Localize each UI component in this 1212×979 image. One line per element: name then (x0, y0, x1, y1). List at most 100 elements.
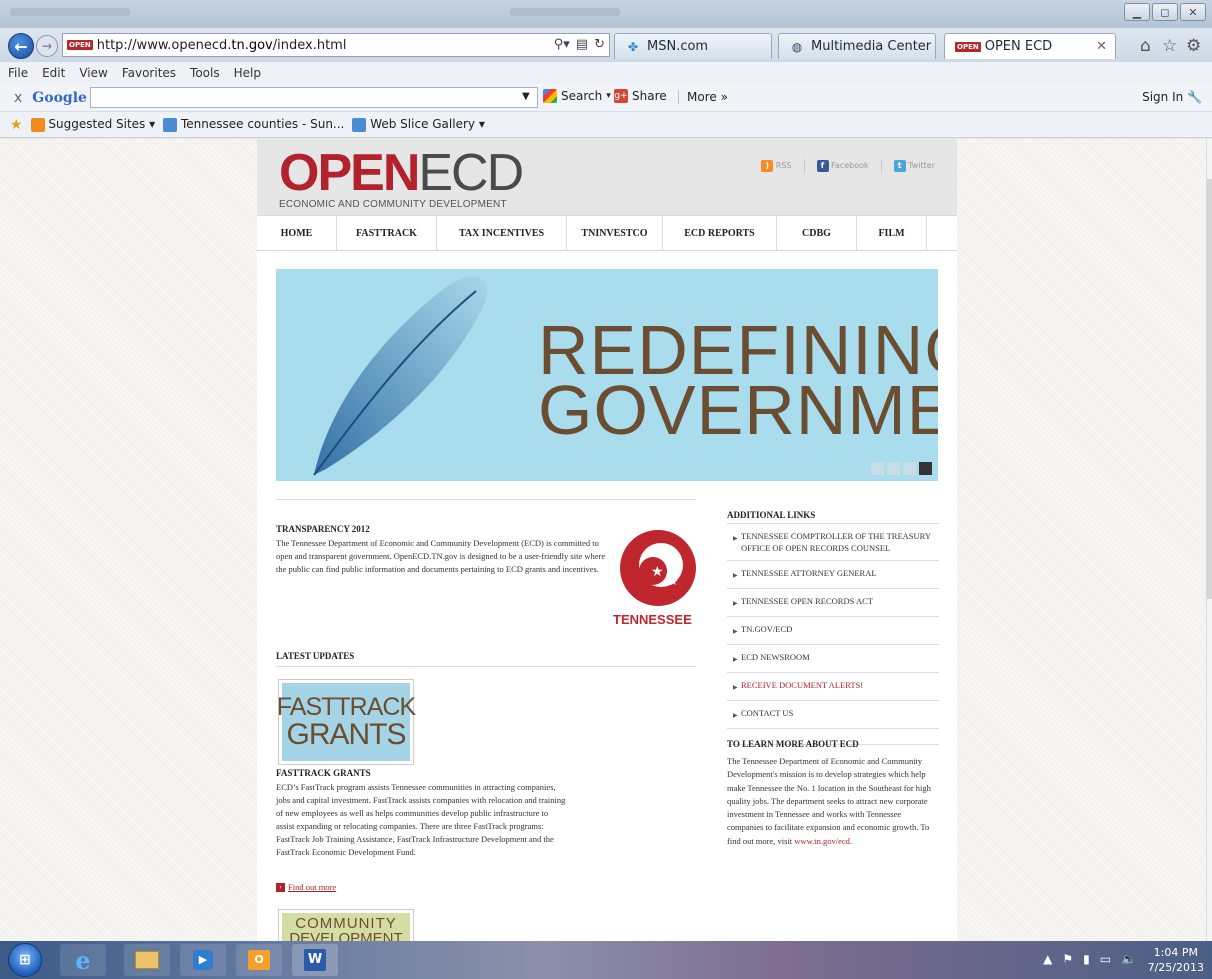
menu-favorites[interactable]: Favorites (122, 66, 176, 80)
tennessee-seal-logo: ★ ★ (620, 530, 696, 606)
word-taskbar-button[interactable]: W (292, 944, 338, 976)
url-text[interactable]: http://www.openecd.tn.gov/index.html (97, 38, 347, 53)
page-scrollbar[interactable] (1206, 139, 1212, 941)
nav-cdbg[interactable]: CDBG (777, 216, 857, 250)
internet-explorer-taskbar-button[interactable]: e (60, 944, 106, 976)
link-label: TN.GOV/ECD (741, 624, 793, 634)
thumbnail-image: COMMUNITY DEVELOPMENT (282, 913, 410, 941)
feather-icon (313, 276, 488, 476)
link-comptroller[interactable]: ▶ TENNESSEE COMPTROLLER OF THE TREASURY O… (727, 524, 939, 561)
search-icon[interactable]: ⚲▾ (554, 37, 570, 52)
twitter-link[interactable]: t Twitter (893, 160, 935, 172)
outlook-icon: O (248, 950, 270, 970)
windows-taskbar: ⊞ e ▶ O W ▲ ⚑ ▮ ▭ 🔈 1:04 PM 7/25/2013 (0, 941, 1212, 979)
nav-tax-incentives[interactable]: TAX INCENTIVES (437, 216, 567, 250)
transparency-title: TRANSPARENCY 2012 (276, 524, 370, 534)
learn-more-title: TO LEARN MORE ABOUT ECD (727, 739, 859, 749)
link-contact-us[interactable]: ▶ CONTACT US (727, 701, 939, 729)
slide-dot-active[interactable] (919, 462, 932, 475)
fasttrack-grants-thumbnail[interactable]: FASTTRACK GRANTS (277, 679, 416, 765)
forward-button[interactable]: → (36, 35, 58, 57)
show-hidden-icons-icon[interactable]: ▲ (1043, 952, 1052, 966)
link-attorney-general[interactable]: ▶ TENNESSEE ATTORNEY GENERAL (727, 561, 939, 589)
latest-updates-title: LATEST UPDATES (276, 651, 355, 661)
volume-icon[interactable]: 🔈 (1121, 952, 1136, 966)
favorite-item-tennessee-counties[interactable]: Tennessee counties - Sun... (163, 117, 344, 132)
slide-dot[interactable] (903, 462, 916, 475)
network-icon[interactable]: ▭ (1100, 952, 1111, 966)
close-toolbar-icon[interactable]: x (14, 90, 22, 106)
gear-icon[interactable]: ⚙ (1186, 36, 1201, 56)
action-center-flag-icon[interactable]: ⚑ (1062, 952, 1073, 966)
hero-banner[interactable]: REDEFINING GOVERNMENT (276, 269, 938, 481)
tab-label: OPEN ECD (984, 39, 1053, 54)
system-clock[interactable]: 1:04 PM 7/25/2013 (1148, 945, 1204, 975)
openecd-favicon: OPEN (955, 41, 981, 52)
link-label: RECEIVE DOCUMENT ALERTS! (741, 680, 864, 690)
msn-icon: ✤ (627, 39, 639, 54)
nav-fasttrack[interactable]: FASTTRACK (337, 216, 437, 250)
tab-open-ecd[interactable]: OPEN OPEN ECD ✕ (944, 33, 1116, 59)
menu-tools[interactable]: Tools (190, 66, 220, 80)
address-bar[interactable]: OPEN http://www.openecd.tn.gov/index.htm… (62, 33, 610, 57)
compatibility-icon[interactable]: ▤ (576, 37, 588, 52)
home-icon[interactable]: ⌂ (1140, 36, 1151, 56)
windows-start-button[interactable]: ⊞ (8, 943, 42, 977)
favorites-star-icon[interactable]: ★ (10, 117, 23, 133)
google-signin-button[interactable]: Sign In 🔧 (1142, 90, 1202, 104)
bullet-arrow-icon: ▶ (733, 536, 738, 542)
minimize-button[interactable]: ▁ (1124, 3, 1150, 21)
slide-dot[interactable] (887, 462, 900, 475)
back-button[interactable]: ← (8, 33, 34, 59)
system-tray: ▲ ⚑ ▮ ▭ 🔈 (1043, 952, 1136, 966)
learn-more-body: The Tennessee Department of Economic and… (727, 755, 939, 848)
ie-page-icon (352, 117, 367, 132)
update-title: FASTTRACK GRANTS (276, 768, 371, 778)
menu-edit[interactable]: Edit (42, 66, 65, 80)
link-document-alerts[interactable]: ▶ RECEIVE DOCUMENT ALERTS! (727, 673, 939, 701)
close-tab-icon[interactable]: ✕ (1096, 39, 1107, 54)
favorite-item-suggested-sites[interactable]: Suggested Sites ▾ (30, 117, 155, 132)
close-window-button[interactable]: ✕ (1180, 3, 1206, 21)
scrollbar-thumb[interactable] (1206, 179, 1212, 599)
facebook-link[interactable]: f Facebook (816, 160, 869, 172)
tab-msn[interactable]: ✤ MSN.com (614, 33, 772, 59)
google-share-button[interactable]: g+ Share (614, 89, 667, 103)
menu-bar: File Edit View Favorites Tools Help (0, 62, 1212, 84)
chevron-down-icon[interactable]: ▼ (522, 91, 530, 102)
tn-gov-ecd-link[interactable]: www.tn.gov/ecd. (794, 836, 852, 846)
favorite-item-web-slice-gallery[interactable]: Web Slice Gallery ▾ (352, 117, 485, 132)
nav-tninvestco[interactable]: TNINVESTCO (567, 216, 663, 250)
power-icon[interactable]: ▮ (1083, 952, 1090, 966)
rss-link[interactable]: ) RSS (761, 160, 792, 172)
community-development-thumbnail[interactable]: COMMUNITY DEVELOPMENT (278, 909, 414, 941)
google-search-input[interactable] (90, 87, 538, 108)
nav-film[interactable]: FILM (857, 216, 927, 250)
menu-view[interactable]: View (79, 66, 107, 80)
arrow-right-icon: › (276, 882, 285, 892)
google-search-button[interactable]: Search ▾ (543, 89, 611, 103)
site-logo[interactable]: OPENECD (279, 147, 524, 199)
google-more-button[interactable]: More » (678, 90, 728, 104)
menu-help[interactable]: Help (234, 66, 261, 80)
tab-multimedia-center[interactable]: ◍ Multimedia Center (778, 33, 936, 59)
maximize-button[interactable]: ◻ (1152, 3, 1178, 21)
rss-label: RSS (775, 161, 792, 170)
nav-ecd-reports[interactable]: ECD REPORTS (663, 216, 777, 250)
link-label: Find out more (288, 882, 337, 892)
menu-file[interactable]: File (8, 66, 28, 80)
link-ecd-newsroom[interactable]: ▶ ECD NEWSROOM (727, 645, 939, 673)
media-player-taskbar-button[interactable]: ▶ (180, 944, 226, 976)
link-open-records-act[interactable]: ▶ TENNESSEE OPEN RECORDS ACT (727, 589, 939, 617)
link-tn-gov-ecd[interactable]: ▶ TN.GOV/ECD (727, 617, 939, 645)
nav-home[interactable]: HOME (257, 216, 337, 250)
slide-dot[interactable] (871, 462, 884, 475)
favorites-star-icon[interactable]: ☆ (1162, 36, 1177, 56)
address-tools: ⚲▾ ▤ ↻ (554, 37, 605, 52)
outlook-taskbar-button[interactable]: O (236, 944, 282, 976)
find-out-more-link[interactable]: › Find out more (276, 882, 336, 892)
file-explorer-taskbar-button[interactable] (124, 944, 170, 976)
refresh-icon[interactable]: ↻ (594, 37, 605, 52)
link-label: CONTACT US (741, 708, 794, 718)
clock-date: 7/25/2013 (1147, 961, 1204, 974)
